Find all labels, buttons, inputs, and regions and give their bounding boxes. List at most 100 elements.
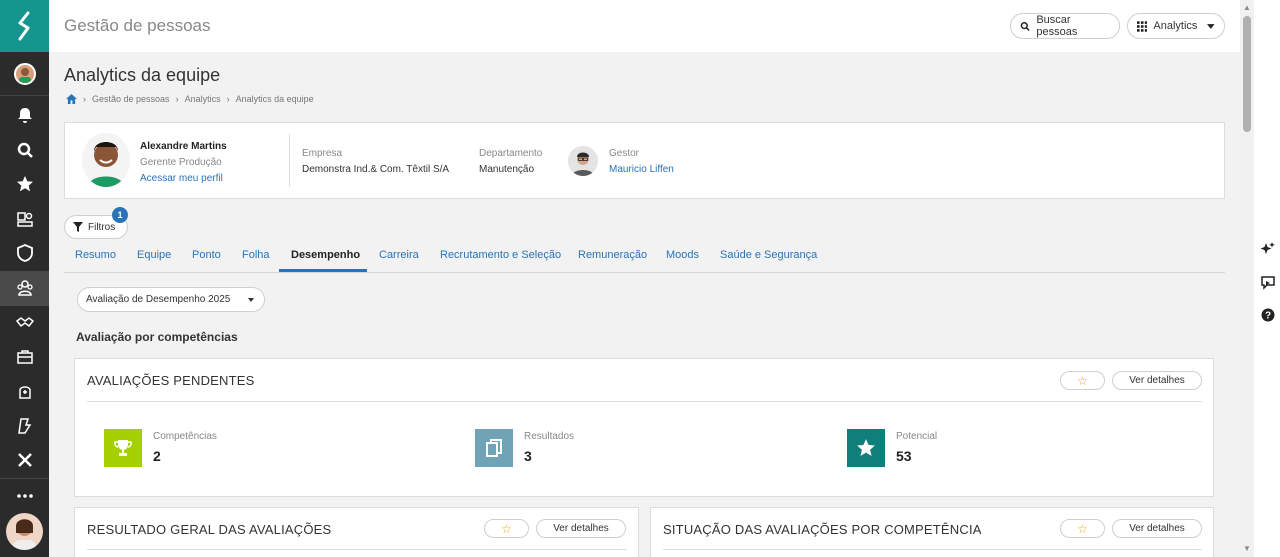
people-group-icon [16,280,33,296]
scrollbar-thumb[interactable] [1243,16,1251,132]
company-label: Empresa [302,148,343,159]
filters-label: Filtros [88,221,116,233]
app-title: Gestão de pessoas [64,16,211,35]
tab-bar: Resumo Equipe Ponto Folha Desempenho Car… [64,242,1225,273]
caret-down-icon [1207,23,1215,29]
nav-x[interactable] [0,443,49,478]
pending-evaluations-card: AVALIAÇÕES PENDENTES ☆ Ver detalhes Comp… [74,358,1214,497]
scroll-down-arrow[interactable]: ▼ [1242,545,1252,553]
section-title: Avaliação por competências [76,330,238,344]
tab-folha[interactable]: Folha [242,249,270,261]
view-details-button[interactable]: Ver detalhes [536,519,626,538]
nav-handshake[interactable] [0,305,49,340]
profile-card: Alexandre Martins Gerente Produção Acess… [64,122,1225,199]
learning-icon [17,418,31,434]
evaluation-select-value: Avaliação de Desempenho 2025 [86,294,231,305]
avatar [13,62,36,85]
search-people-button[interactable]: Buscar pessoas [1010,13,1120,39]
page-title: Analytics da equipe [64,65,221,85]
team-icon [16,212,33,227]
nav-analytics[interactable] [0,271,49,306]
manager-link[interactable]: Mauricio Liffen [609,164,674,175]
breadcrumb-item[interactable]: Analytics [185,94,221,104]
analytics-menu-label: Analytics [1153,20,1198,32]
health-icon [18,386,31,399]
profile-role: Gerente Produção [140,157,222,168]
nav-learning[interactable] [0,409,49,444]
tab-carreira[interactable]: Carreira [379,249,419,261]
app-logo[interactable] [0,0,49,52]
favorite-button[interactable]: ☆ [484,519,529,538]
manager-label: Gestor [609,148,640,159]
tab-equipe[interactable]: Equipe [137,249,171,261]
nav-briefcase[interactable] [0,340,49,375]
tab-remuneracao[interactable]: Remuneração [578,249,647,261]
nav-search[interactable] [0,133,49,168]
tab-resumo[interactable]: Resumo [75,249,116,261]
card-title: SITUAÇÃO DAS AVALIAÇÕES POR COMPETÊNCIA [663,522,982,537]
breadcrumb-separator: › [83,94,86,104]
tab-recrutamento[interactable]: Recrutamento e Seleção [440,249,561,261]
nav-favorites[interactable] [0,167,49,202]
grid-icon [1137,20,1148,32]
analytics-menu-button[interactable]: Analytics [1127,13,1225,39]
breadcrumb-separator: › [175,94,179,104]
breadcrumb-item-current: Analytics da equipe [235,94,314,104]
x-icon [17,453,32,468]
top-bar: Gestão de pessoas Buscar pessoas Analyti… [49,0,1240,52]
search-icon [17,143,33,159]
breadcrumb-separator: › [226,94,230,104]
profile-name: Alexandre Martins [140,141,227,152]
star-icon [16,176,33,192]
ai-sparkle-icon[interactable] [1260,241,1276,257]
tab-moods[interactable]: Moods [666,249,699,261]
favorite-button[interactable]: ☆ [1060,371,1105,390]
breadcrumb: › Gestão de pessoas › Analytics › Analyt… [66,94,314,104]
stat-value: 2 [153,448,161,464]
card-title: RESULTADO GERAL DAS AVALIAÇÕES [87,522,332,537]
star-outline-icon: ☆ [501,521,512,536]
profile-link[interactable]: Acessar meu perfil [140,173,223,184]
scroll-up-arrow[interactable]: ▲ [1242,4,1252,12]
company-value: Demonstra Ind.& Com. Têxtil S/A [302,164,450,175]
card-divider [87,549,627,550]
department-label: Departamento [479,148,543,159]
active-tab-indicator [279,269,367,272]
tab-ponto[interactable]: Ponto [192,249,221,261]
view-details-button[interactable]: Ver detalhes [1112,519,1202,538]
breadcrumb-item[interactable]: Gestão de pessoas [92,94,170,104]
nav-notifications[interactable] [0,98,49,133]
home-icon[interactable] [66,94,77,104]
svg-text:?: ? [1265,311,1271,322]
feedback-icon[interactable] [1260,275,1276,291]
nav-health[interactable] [0,374,49,409]
trophy-icon [104,429,142,467]
copy-icon [475,429,513,467]
stat-label: Competências [153,431,217,442]
competence-status-card: SITUAÇÃO DAS AVALIAÇÕES POR COMPETÊNCIA … [650,507,1214,557]
filter-icon [73,222,83,232]
card-divider [663,549,1202,550]
stat-value: 53 [896,448,912,464]
caret-down-icon [248,298,254,302]
logo-icon [18,11,29,41]
filters-count-badge: 1 [112,207,128,223]
stat-label: Resultados [524,431,575,442]
tab-saude-seguranca[interactable]: Saúde e Segurança [720,249,817,261]
user-avatar-button[interactable] [0,52,49,96]
nav-more[interactable] [0,478,49,512]
assistant-avatar[interactable] [6,513,43,550]
department-value: Manutenção [479,164,535,175]
nav-security[interactable] [0,236,49,271]
nav-team[interactable] [0,202,49,237]
favorite-button[interactable]: ☆ [1060,519,1105,538]
profile-photo [82,133,130,187]
evaluation-select[interactable]: Avaliação de Desempenho 2025 [77,287,265,312]
search-people-label: Buscar pessoas [1036,14,1078,38]
help-icon[interactable]: ? [1260,307,1276,323]
view-details-button[interactable]: Ver detalhes [1112,371,1202,390]
profile-divider [289,134,290,187]
tab-desempenho[interactable]: Desempenho [291,249,360,261]
bell-icon [17,108,32,124]
star-outline-icon: ☆ [1077,521,1088,536]
